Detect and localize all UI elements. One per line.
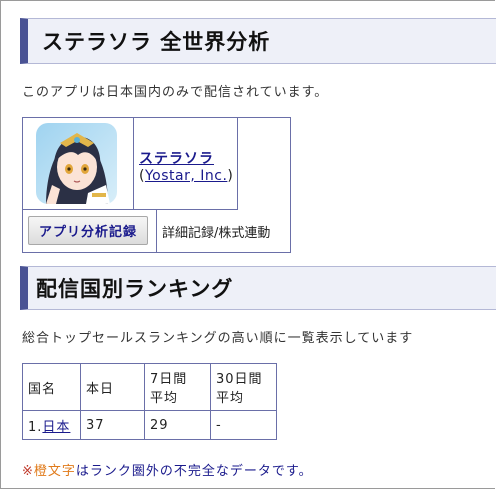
detail-link-cell: 詳細記録/株式連動 [157,210,290,252]
country-cell: 1.日本 [22,410,81,440]
footnote: ※橙文字はランク圏外の不完全なデータです。 [22,460,313,479]
availability-note: このアプリは日本国内のみで配信されています。 [22,85,329,100]
app-analysis-button[interactable]: アプリ分析記録 [28,216,148,245]
footnote-text: はランク圏外の不完全なデータです。 [75,464,313,479]
today-rank: 37 [80,410,145,440]
developer-line: (Yostar, Inc.) [139,168,233,184]
header-country: 国名 [22,363,81,411]
header-30day-l2: 平均 [216,391,245,406]
analysis-button-cell: アプリ分析記録 [23,210,157,252]
app-icon-cell [23,118,134,210]
ranking-table: 国名 本日 7日間平均 30日間平均 1.日本 37 29 - [22,363,277,440]
page-title: ステラソラ 全世界分析 [42,30,271,54]
rank-number: 1. [28,419,43,435]
app-name-link[interactable]: ステラソラ [139,148,214,168]
app-info-cell: ステラソラ (Yostar, Inc.) [134,118,238,210]
developer-link[interactable]: Yostar, Inc. [145,168,227,184]
table-row: 1.日本 37 29 - [22,410,277,440]
app-icon[interactable] [36,123,117,204]
country-link-japan[interactable]: 日本 [42,420,70,435]
footnote-mark: ※ [22,464,34,479]
ranking-description: 総合トップセールスランキングの高い順に一覧表示しています [22,331,414,346]
header-7day-l2: 平均 [150,391,179,406]
app-info-box: ステラソラ (Yostar, Inc.) アプリ分析記録 詳細記録/株式連動 [22,117,291,253]
footnote-orange-text: 橙文字 [33,464,76,479]
ranking-section-bar: 配信国別ランキング [20,266,496,310]
header-today: 本日 [80,363,145,411]
page-title-bar: ステラソラ 全世界分析 [20,18,496,64]
header-30day: 30日間平均 [210,363,277,411]
header-7day: 7日間平均 [144,363,211,411]
ranking-header-row: 国名 本日 7日間平均 30日間平均 [22,363,277,411]
header-7day-l1: 7日間 [150,372,188,387]
week-avg-rank: 29 [144,410,211,440]
header-30day-l1: 30日間 [216,372,263,387]
ranking-section-title: 配信国別ランキング [36,277,234,301]
detail-record-link[interactable]: 詳細記録/株式連動 [162,210,270,252]
character-icon [36,123,117,204]
month-avg-rank: - [210,410,277,440]
dev-paren-close: ) [227,168,234,184]
